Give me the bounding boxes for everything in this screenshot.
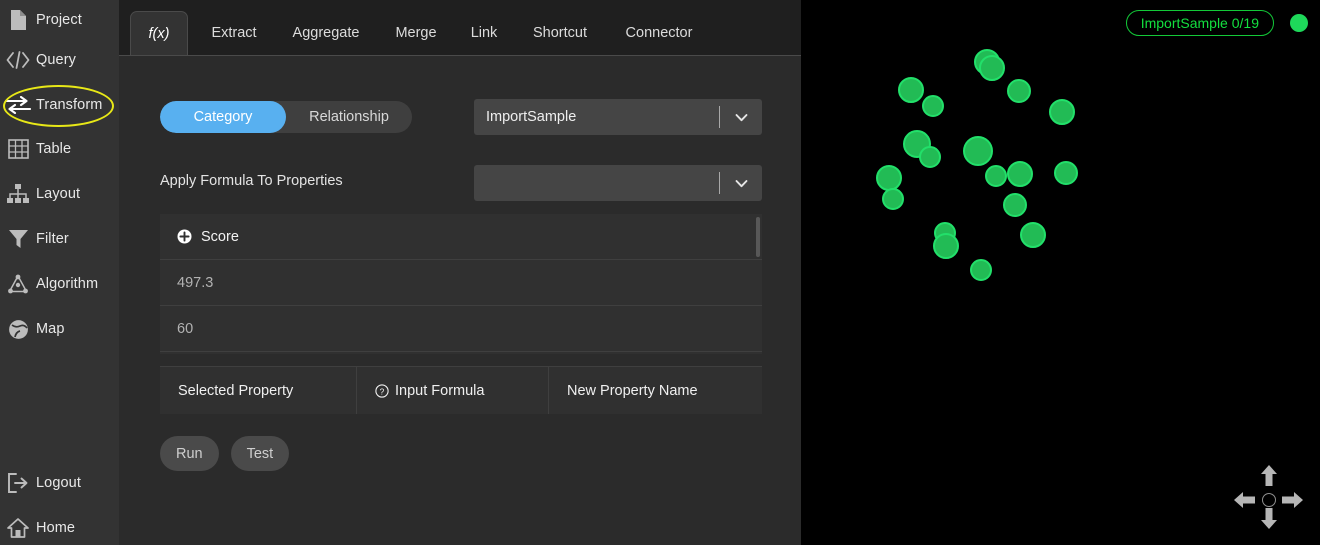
source-dropdown-value: ImportSample [474, 109, 719, 125]
property-list[interactable]: Score 497.360 [160, 214, 762, 354]
globe-icon [0, 316, 36, 342]
tab-merge[interactable]: Merge [378, 11, 454, 55]
add-circle-icon[interactable] [177, 229, 192, 244]
graph-node[interactable] [985, 165, 1007, 187]
column-input-formula-label: Input Formula [395, 383, 484, 399]
sidebar-item-algorithm[interactable]: Algorithm [0, 264, 119, 304]
graph-canvas[interactable]: ImportSample 0/19 [801, 0, 1320, 545]
sidebar-item-table[interactable]: Table [0, 129, 119, 169]
code-icon [0, 47, 36, 73]
source-dropdown[interactable]: ImportSample [474, 99, 762, 135]
hierarchy-icon [0, 181, 36, 207]
sidebar-item-query[interactable]: Query [0, 40, 119, 80]
toggle-option-category[interactable]: Category [160, 101, 286, 133]
arrow-up-icon[interactable] [1259, 465, 1279, 492]
tab-extract[interactable]: Extract [194, 11, 274, 55]
column-selected-property: Selected Property [160, 367, 357, 414]
columns-header-row: Selected Property ? Input Formula New Pr… [160, 366, 762, 414]
toggle-option-relationship[interactable]: Relationship [286, 101, 412, 133]
tab-bar: f(x)ExtractAggregateMergeLinkShortcutCon… [119, 0, 801, 56]
sidebar-item-label: Logout [36, 475, 81, 491]
property-list-row[interactable]: 60 [160, 306, 762, 352]
sidebar-item-label: Layout [36, 186, 80, 202]
tab-connector[interactable]: Connector [606, 11, 712, 55]
sidebar: Project Query Transform Table Layout Filter Al… [0, 0, 119, 545]
pan-center-icon[interactable] [1262, 493, 1276, 507]
sidebar-item-layout[interactable]: Layout [0, 174, 119, 214]
svg-text:?: ? [380, 386, 385, 396]
arrow-down-icon[interactable] [1259, 508, 1279, 535]
tab-shortcut[interactable]: Shortcut [514, 11, 606, 55]
app-root: Project Query Transform Table Layout Filter Al… [0, 0, 1320, 545]
graph-node[interactable] [922, 95, 944, 117]
graph-node[interactable] [933, 233, 959, 259]
test-button[interactable]: Test [231, 436, 290, 471]
column-input-formula: ? Input Formula [357, 367, 549, 414]
property-list-header[interactable]: Score [160, 214, 762, 260]
graph-node[interactable] [1007, 79, 1031, 103]
sidebar-item-logout[interactable]: Logout [0, 463, 119, 503]
logout-icon [0, 470, 36, 496]
category-relationship-toggle[interactable]: Category Relationship [160, 101, 412, 133]
graph-node[interactable] [963, 136, 993, 166]
sidebar-item-label: Algorithm [36, 276, 98, 292]
sidebar-item-filter[interactable]: Filter [0, 219, 119, 259]
properties-dropdown[interactable] [474, 165, 762, 201]
funnel-icon [0, 226, 36, 252]
graph-node[interactable] [876, 165, 902, 191]
pan-control[interactable] [1234, 465, 1304, 535]
sidebar-item-label: Home [36, 520, 75, 536]
dataset-badge[interactable]: ImportSample 0/19 [1126, 10, 1274, 36]
action-buttons: Run Test [160, 436, 289, 471]
property-list-header-label: Score [201, 229, 239, 245]
column-selected-property-label: Selected Property [178, 383, 293, 399]
document-icon [0, 7, 36, 33]
status-indicator-dot [1290, 14, 1308, 32]
transform-panel: f(x)ExtractAggregateMergeLinkShortcutCon… [119, 0, 801, 545]
network-icon [0, 271, 36, 297]
sidebar-item-project[interactable]: Project [0, 0, 119, 40]
graph-node[interactable] [1003, 193, 1027, 217]
graph-node[interactable] [1049, 99, 1075, 125]
help-circle-icon[interactable]: ? [375, 384, 389, 398]
sidebar-item-label: Transform [36, 97, 102, 113]
graph-node[interactable] [919, 146, 941, 168]
graph-node[interactable] [882, 188, 904, 210]
tab-aggregate[interactable]: Aggregate [274, 11, 378, 55]
property-list-scrollbar[interactable] [756, 217, 760, 257]
sidebar-item-map[interactable]: Map [0, 309, 119, 349]
graph-node[interactable] [979, 55, 1005, 81]
apply-formula-label: Apply Formula To Properties [160, 173, 343, 189]
arrow-left-icon[interactable] [1234, 490, 1256, 515]
column-new-property-name: New Property Name [549, 367, 762, 414]
graph-node[interactable] [1054, 161, 1078, 185]
graph-node[interactable] [1020, 222, 1046, 248]
sidebar-item-home[interactable]: Home [0, 508, 119, 545]
graph-node[interactable] [1007, 161, 1033, 187]
sidebar-item-label: Map [36, 321, 65, 337]
run-button[interactable]: Run [160, 436, 219, 471]
graph-node[interactable] [970, 259, 992, 281]
chevron-down-icon[interactable] [720, 175, 762, 192]
arrow-right-icon[interactable] [1282, 490, 1304, 515]
transform-icon [0, 92, 36, 118]
sidebar-item-label: Project [36, 12, 82, 28]
graph-node[interactable] [898, 77, 924, 103]
tab-link[interactable]: Link [454, 11, 514, 55]
column-new-property-name-label: New Property Name [567, 383, 698, 399]
home-icon [0, 515, 36, 541]
dataset-badge-label: ImportSample 0/19 [1141, 15, 1259, 31]
chevron-down-icon[interactable] [720, 109, 762, 126]
property-list-row[interactable]: 497.3 [160, 260, 762, 306]
sidebar-item-label: Table [36, 141, 71, 157]
sidebar-item-label: Query [36, 52, 76, 68]
tab-fx[interactable]: f(x) [130, 11, 188, 55]
table-icon [0, 136, 36, 162]
sidebar-item-label: Filter [36, 231, 69, 247]
sidebar-item-transform[interactable]: Transform [0, 85, 119, 125]
